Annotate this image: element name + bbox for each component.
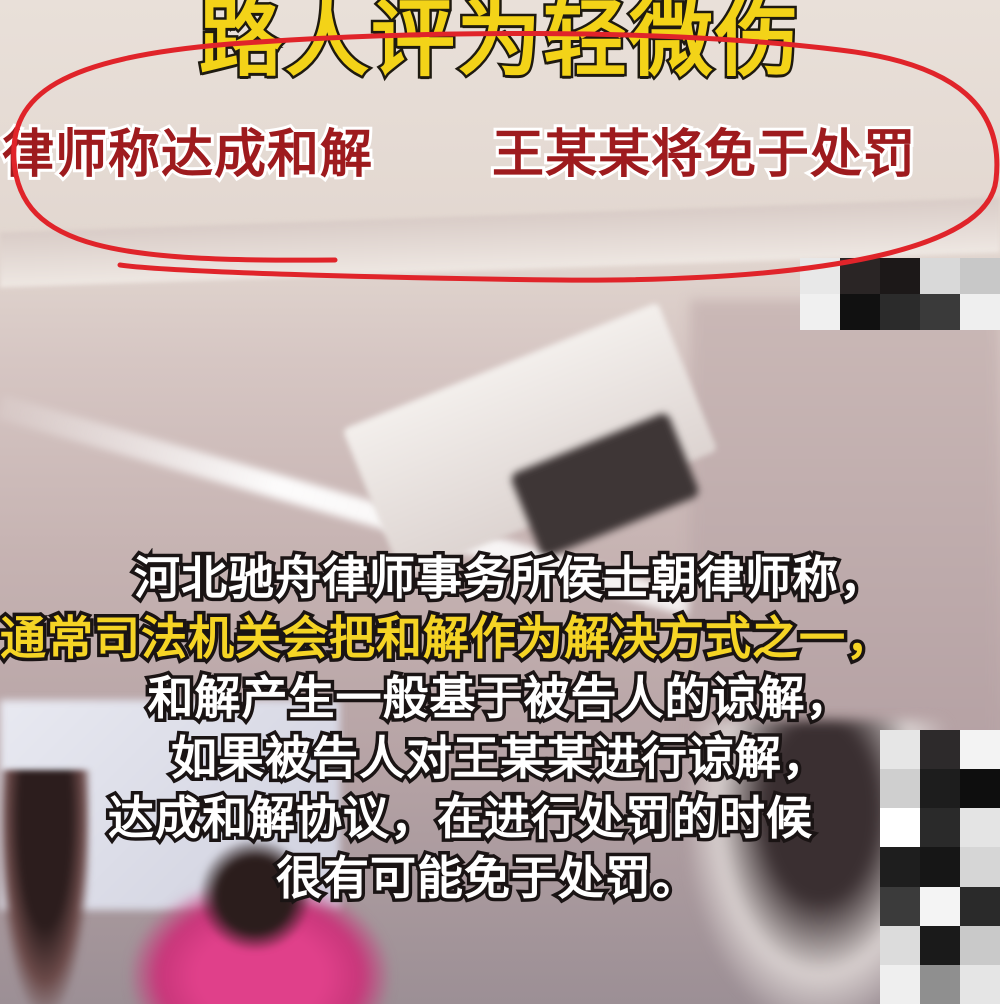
mosaic-cell: [880, 964, 920, 1004]
mosaic-cell: [880, 258, 920, 294]
mosaic-cell: [840, 258, 880, 294]
mosaic-cell: [800, 294, 840, 330]
caption-line-5: 达成和解协议，在进行处罚的时候: [105, 788, 816, 848]
mosaic-cell: [960, 925, 1000, 965]
mosaic-cell: [960, 258, 1000, 294]
subheadline: 律师称达成和解 王某某将免于处罚: [0, 112, 1000, 192]
mosaic-cell: [920, 258, 960, 294]
subtitle-caption: 河北驰舟律师事务所侯士朝律师称， 通常司法机关会把和解作为解决方式之一， 和解产…: [0, 548, 1000, 908]
headline-text: 路人评为轻微伤: [196, 0, 801, 84]
video-frame: 路人评为轻微伤 律师称达成和解 王某某将免于处罚 河北驰舟律师事务所侯士朝律师称…: [0, 0, 1000, 1004]
mosaic-cell: [840, 294, 880, 330]
mosaic-cell: [880, 925, 920, 965]
mosaic-cell: [920, 964, 960, 1004]
mosaic-cell: [920, 925, 960, 965]
mosaic-cell: [800, 258, 840, 294]
mosaic-cell: [920, 294, 960, 330]
mosaic-cell: [960, 294, 1000, 330]
pixelated-mosaic-top: [800, 258, 1000, 330]
mosaic-cell: [880, 294, 920, 330]
subheadline-part-2: 王某某将免于处罚: [489, 122, 918, 188]
mosaic-cell: [960, 964, 1000, 1004]
subheadline-part-1: 律师称达成和解: [0, 122, 375, 188]
caption-line-1: 河北驰舟律师事务所侯士朝律师称，: [131, 548, 889, 608]
caption-line-2: 通常司法机关会把和解作为解决方式之一，: [0, 608, 896, 668]
caption-line-4: 如果被告人对王某某进行谅解，: [168, 728, 832, 788]
headline-banner: 路人评为轻微伤: [0, 0, 1000, 84]
caption-line-6: 很有可能免于处罚。: [273, 848, 702, 908]
caption-line-3: 和解产生一般基于被告人的谅解，: [144, 668, 855, 728]
